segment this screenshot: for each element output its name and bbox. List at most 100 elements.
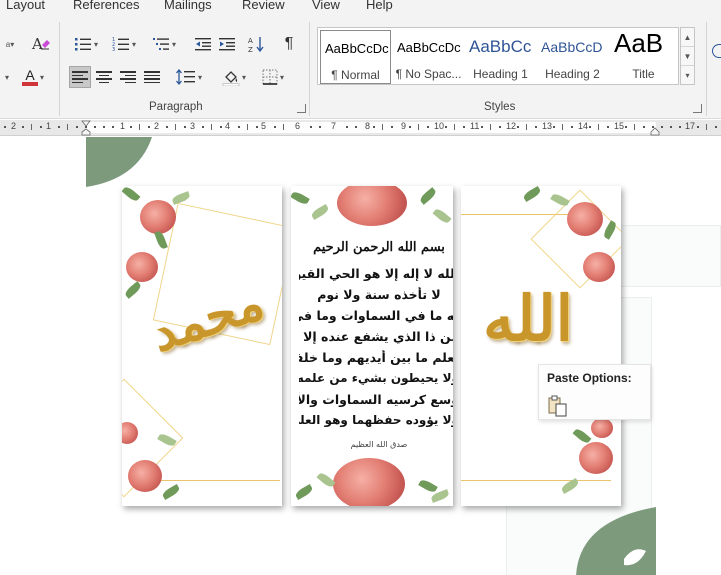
ruler-dot: [535, 126, 537, 128]
ruler-dot: [256, 126, 258, 128]
ruler-number: 8: [365, 121, 371, 131]
ruler-number: 14: [578, 121, 589, 131]
ruler-tick: [139, 124, 140, 130]
shading-button[interactable]: ▾: [217, 66, 251, 88]
ruler-dot: [112, 126, 114, 128]
ruler-number: 9: [401, 121, 407, 131]
ruler-number: 2: [11, 121, 17, 131]
sage-decor-bottom: [576, 507, 656, 575]
tab-help[interactable]: Help: [366, 0, 393, 12]
svg-text:A: A: [248, 37, 253, 45]
ruler-tick: [211, 124, 212, 130]
ruler-number: 11: [470, 121, 480, 131]
ruler-dot: [670, 126, 672, 128]
ruler-number: 1: [120, 121, 126, 131]
styles-dialog-launcher[interactable]: [693, 104, 702, 113]
ruler-tick: [454, 124, 455, 130]
paint-bucket-icon: [222, 71, 240, 86]
style-heading-2[interactable]: AaBbCcD Heading 2: [537, 30, 608, 84]
ruler-dot: [625, 126, 627, 128]
styles-scroll-down-button[interactable]: ▼: [681, 47, 694, 66]
editing-group-edge: [712, 44, 721, 94]
show-formatting-marks-button[interactable]: ¶: [278, 33, 300, 55]
styles-gallery-scroller: ▲ ▼ ▾: [680, 27, 695, 85]
ribbon: a▾ A ▾ A ▾ ▾ 1 2 3 ▾ ▾ A Z ¶ ▾ ▾ ▾ Parag…: [0, 16, 721, 119]
multilevel-list-icon: [152, 38, 169, 50]
styles-scroll-up-button[interactable]: ▲: [681, 28, 694, 47]
borders-icon: [262, 69, 278, 85]
document-canvas[interactable]: محمد بسم الله الرحمن الرحيم الله لا إله …: [0, 137, 721, 575]
justify-button[interactable]: [141, 66, 163, 88]
style-normal[interactable]: AaBbCcDc ¶ Normal: [320, 30, 391, 84]
panel-right[interactable]: الله: [461, 186, 621, 506]
clear-formatting-button[interactable]: A: [28, 33, 54, 55]
first-line-indent-marker[interactable]: [81, 120, 91, 136]
increase-indent-button[interactable]: [216, 33, 238, 55]
align-center-button[interactable]: [93, 66, 115, 88]
borders-button[interactable]: ▾: [256, 66, 290, 88]
ruler-dot: [661, 126, 663, 128]
tab-mailings[interactable]: Mailings: [164, 0, 212, 12]
style-title[interactable]: AaB Title: [608, 30, 679, 84]
ruler-number: 4: [225, 121, 231, 131]
style-no-spacing[interactable]: AaBbCcDc ¶ No Spac...: [393, 30, 464, 84]
ruler-number: 10: [434, 121, 445, 131]
font-caret-left[interactable]: ▾: [0, 66, 12, 88]
line-spacing-icon: [175, 69, 195, 85]
tab-review[interactable]: Review: [242, 0, 285, 12]
decrease-indent-icon: [195, 38, 211, 51]
paragraph-dialog-launcher[interactable]: [297, 104, 306, 113]
ruler-dot: [517, 126, 519, 128]
tab-layout[interactable]: Layout: [6, 0, 45, 12]
align-left-button[interactable]: [69, 66, 91, 88]
numbering-button[interactable]: 1 2 3 ▾: [107, 33, 141, 55]
ruler-number: 7: [331, 121, 337, 131]
ruler-dot: [76, 126, 78, 128]
multilevel-list-button[interactable]: ▾: [147, 33, 181, 55]
tab-view[interactable]: View: [312, 0, 340, 12]
ruler-number: 1: [46, 121, 52, 131]
font-size-caret[interactable]: a▾: [0, 33, 18, 55]
ruler-number: 2: [154, 121, 160, 131]
ruler-tick: [247, 124, 248, 130]
ruler-tick: [283, 124, 284, 130]
right-indent-marker[interactable]: [650, 125, 660, 136]
ruler-dot: [130, 126, 132, 128]
sort-button[interactable]: A Z: [246, 33, 268, 55]
horizontal-ruler[interactable]: 2 1 1 2 3 4 5 6 7 8 9 10 11 12 13 14 15 17: [0, 120, 721, 136]
style-heading-1[interactable]: AaBbCc Heading 1: [465, 30, 536, 84]
ruler-dot: [391, 126, 393, 128]
ribbon-tab-bar: Layout References Mailings Review View H…: [0, 0, 721, 16]
panel-left[interactable]: محمد: [122, 186, 282, 506]
ruler-dot: [220, 126, 222, 128]
numbering-icon: 1 2 3: [112, 37, 129, 52]
ruler-tick: [706, 124, 707, 130]
ruler-tick: [490, 124, 491, 130]
clear-formatting-icon: A: [31, 35, 50, 53]
ruler-number: 15: [614, 121, 625, 131]
ruler-dot: [481, 126, 483, 128]
ruler-dot: [310, 126, 312, 128]
line-spacing-button[interactable]: ▾: [171, 66, 207, 88]
ruler-dot: [22, 126, 24, 128]
ruler-dot: [40, 126, 42, 128]
increase-indent-icon: [219, 38, 235, 51]
ruler-number: 3: [190, 121, 196, 131]
panel-center[interactable]: بسم الله الرحمن الرحيم الله لا إله إلا ه…: [291, 186, 453, 506]
ruler-tick: [175, 124, 176, 130]
ruler-tick: [598, 124, 599, 130]
font-color-button[interactable]: A ▾: [15, 66, 51, 88]
align-right-button[interactable]: [117, 66, 139, 88]
ruler-tick: [382, 124, 383, 130]
decrease-indent-button[interactable]: [192, 33, 214, 55]
styles-more-button[interactable]: ▾: [681, 66, 694, 85]
ruler-dot: [589, 126, 591, 128]
tab-references[interactable]: References: [73, 0, 139, 12]
keep-picture-only-button[interactable]: [547, 395, 569, 417]
ruler-dot: [553, 126, 555, 128]
ruler-number: 17: [685, 121, 696, 131]
bullets-button[interactable]: ▾: [69, 33, 103, 55]
paragraph-group-label: Paragraph: [149, 101, 203, 113]
justify-icon: [144, 71, 160, 83]
ruler-dot: [643, 126, 645, 128]
